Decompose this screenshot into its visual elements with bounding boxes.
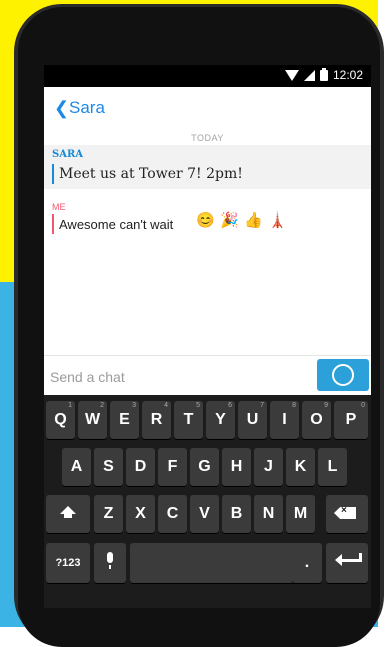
- key-t[interactable]: 5T: [174, 401, 203, 439]
- message-accent-bar: [52, 164, 54, 184]
- key-h[interactable]: H: [222, 448, 251, 486]
- key-x[interactable]: X: [126, 495, 155, 533]
- message-emojis: 😊 🎉 👍 🗼: [196, 212, 287, 230]
- thumbs-up-emoji-icon: 👍: [244, 212, 263, 229]
- status-time: 12:02: [332, 68, 363, 82]
- message-received: SARA Meet us at Tower 7! 2pm!: [44, 145, 371, 189]
- key-p[interactable]: 0P: [334, 401, 368, 439]
- soft-keyboard: 1Q 2W 3E 4R 5T 6Y 7U 8I 9O 0P A S D F G …: [44, 395, 371, 608]
- camera-button[interactable]: [317, 359, 369, 391]
- microphone-icon: [107, 552, 113, 563]
- symbols-key[interactable]: ?123: [46, 543, 90, 583]
- back-icon[interactable]: ❮: [54, 98, 69, 119]
- key-u[interactable]: 7U: [238, 401, 267, 439]
- smile-emoji-icon: 😊: [196, 212, 215, 229]
- key-k[interactable]: K: [286, 448, 315, 486]
- sender-name-me: ME: [52, 202, 66, 212]
- key-c[interactable]: C: [158, 495, 187, 533]
- key-i[interactable]: 8I: [270, 401, 299, 439]
- send-chat-input[interactable]: Send a chat: [50, 369, 125, 385]
- contact-name[interactable]: Sara: [69, 98, 105, 118]
- enter-key[interactable]: [326, 543, 368, 583]
- phone-screen: 12:02 ❮ Sara TODAY SARA Meet us at Tower…: [44, 65, 371, 608]
- mic-key[interactable]: [94, 543, 126, 583]
- key-e[interactable]: 3E: [110, 401, 139, 439]
- key-b[interactable]: B: [222, 495, 251, 533]
- delete-key[interactable]: ×: [326, 495, 368, 533]
- shift-key[interactable]: [46, 495, 90, 533]
- key-s[interactable]: S: [94, 448, 123, 486]
- signal-icon: [303, 69, 315, 81]
- message-accent-bar-me: [52, 214, 54, 234]
- sender-name: SARA: [52, 149, 84, 160]
- date-divider: TODAY: [191, 133, 224, 143]
- key-m[interactable]: M: [286, 495, 315, 533]
- key-g[interactable]: G: [190, 448, 219, 486]
- key-z[interactable]: Z: [94, 495, 123, 533]
- key-l[interactable]: L: [318, 448, 347, 486]
- camera-icon: [332, 364, 354, 386]
- battery-icon: [319, 67, 328, 81]
- chat-thread: TODAY SARA Meet us at Tower 7! 2pm! ME A…: [44, 131, 371, 355]
- chat-header: ❮ Sara: [44, 87, 371, 132]
- tower-emoji-icon: 🗼: [268, 212, 287, 229]
- key-q[interactable]: 1Q: [46, 401, 75, 439]
- key-n[interactable]: N: [254, 495, 283, 533]
- message-text-me: Awesome can't wait: [59, 217, 174, 232]
- key-a[interactable]: A: [62, 448, 91, 486]
- key-r[interactable]: 4R: [142, 401, 171, 439]
- period-key[interactable]: .: [292, 543, 322, 583]
- key-j[interactable]: J: [254, 448, 283, 486]
- key-o[interactable]: 9O: [302, 401, 331, 439]
- status-bar: 12:02: [44, 65, 371, 87]
- key-y[interactable]: 6Y: [206, 401, 235, 439]
- message-text: Meet us at Tower 7! 2pm!: [59, 166, 243, 182]
- party-emoji-icon: 🎉: [220, 212, 239, 229]
- key-d[interactable]: D: [126, 448, 155, 486]
- key-v[interactable]: V: [190, 495, 219, 533]
- wifi-icon: [284, 69, 299, 81]
- chat-composer: Send a chat: [44, 355, 371, 396]
- shift-icon: [46, 506, 90, 518]
- key-w[interactable]: 2W: [78, 401, 107, 439]
- key-f[interactable]: F: [158, 448, 187, 486]
